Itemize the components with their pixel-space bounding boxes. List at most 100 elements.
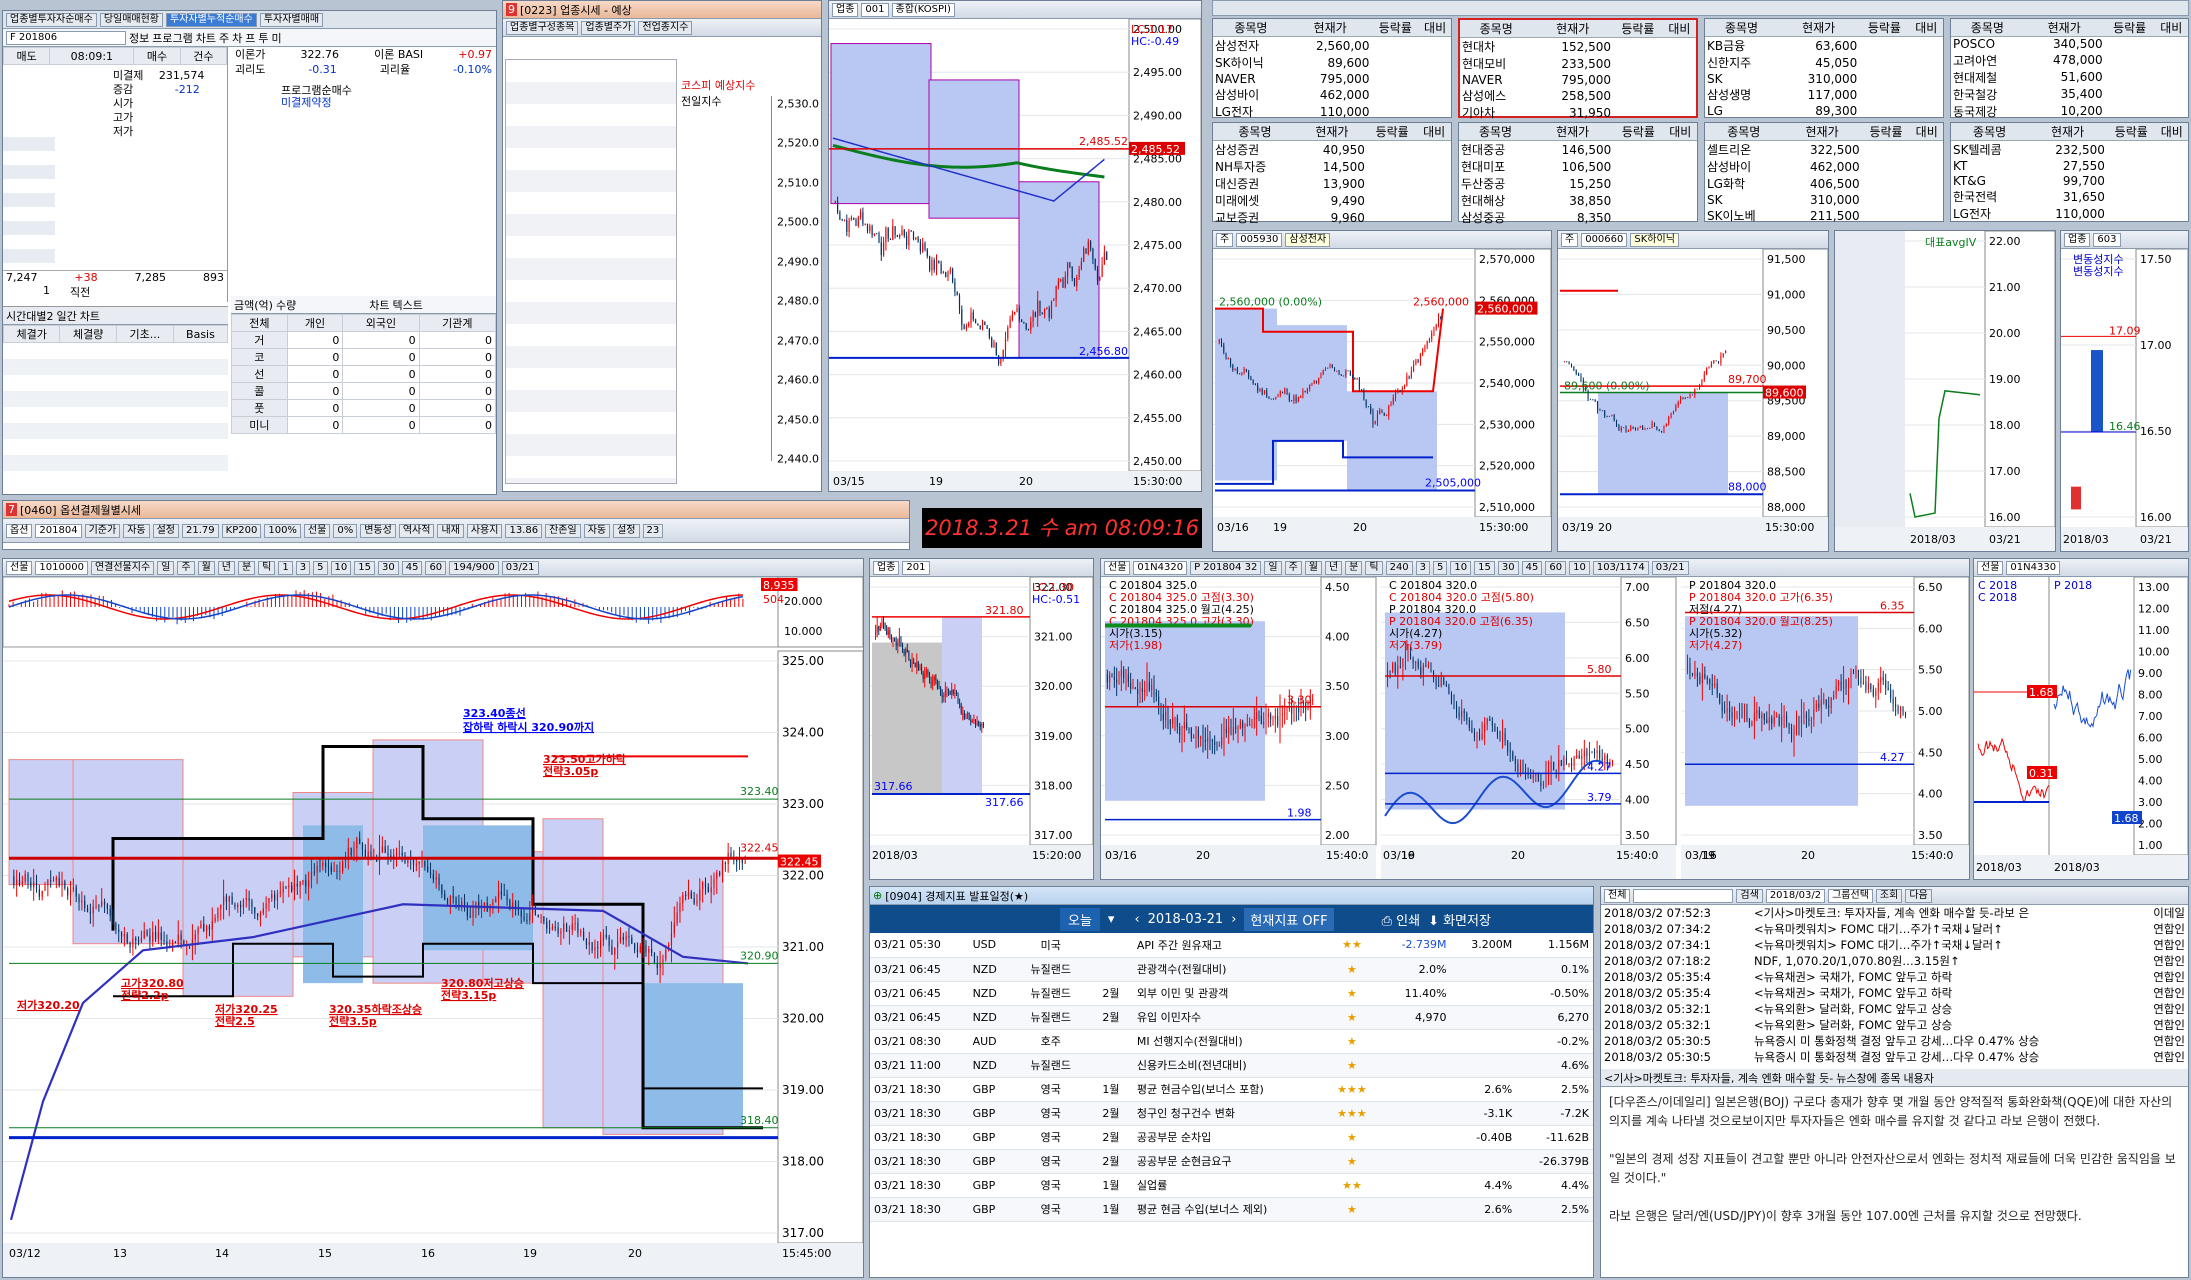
table-row[interactable]: SK이노베 211,500 (1705, 207, 1943, 224)
table-row[interactable]: NAVER 795,000 (1213, 71, 1451, 86)
futures-toolbar-item[interactable]: 5 (313, 560, 328, 575)
opt-pro[interactable]: 프 (245, 30, 255, 46)
samsung-chart[interactable]: 2,570,0002,560,0002,550,0002,540,0002,53… (1213, 249, 1551, 551)
kp200-chart[interactable]: 322.00321.00320.00319.00318.00317.00317.… (870, 577, 1093, 879)
search-button[interactable]: 검색 (1736, 888, 1763, 903)
opt-mi[interactable]: 미 (271, 30, 281, 46)
option-4320-toolbar-item[interactable]: 30 (1497, 560, 1519, 575)
option-sheet-toolbar-item[interactable]: 21.79 (182, 523, 219, 538)
table-row[interactable]: 동국제강 10,200 (1951, 103, 2188, 120)
option-4320-toolbar-item[interactable]: 103/1174 (1592, 560, 1649, 575)
table-row[interactable]: NH투자증 14,500 (1213, 158, 1451, 175)
futures-toolbar-item[interactable]: 일 (157, 560, 175, 575)
table-row[interactable]: 삼성생명 117,000 (1705, 86, 1943, 103)
table-row[interactable]: KT&G 99,700 (1951, 173, 2188, 188)
option-sheet-toolbar-item[interactable]: 사용지 (466, 523, 503, 538)
market-select[interactable]: 업종 (2064, 232, 2091, 247)
futures-code-input[interactable]: F 201806 (6, 30, 126, 45)
table-row[interactable]: 고려아연 478,000 (1951, 52, 2188, 69)
option-sheet-toolbar-item[interactable]: 자동 (583, 523, 611, 538)
table-row[interactable]: 03/21 08:30 AUD 호주 MI 선행지수(전월대비) ★ -0.2% (870, 1029, 1593, 1053)
radio-chart2[interactable]: 차트 (369, 297, 389, 313)
tab-daily-trade[interactable]: 당일매매현황 (99, 12, 164, 27)
futures-toolbar-item[interactable]: 년 (217, 560, 235, 575)
opt-tu[interactable]: 투 (258, 30, 268, 46)
option-sheet-toolbar-item[interactable]: 역사적 (398, 523, 435, 538)
table-row[interactable]: KT 27,550 (1951, 158, 2188, 173)
table-row[interactable]: 현대해상 38,850 (1459, 192, 1697, 209)
option-sheet-toolbar-item[interactable]: 23 (642, 523, 664, 538)
futures-toolbar-item[interactable]: 선물 (6, 560, 33, 575)
table-row[interactable]: 대신증권 13,900 (1213, 175, 1451, 192)
realtime-toggle[interactable]: 현재지표 OFF (1244, 907, 1334, 931)
list-item[interactable]: 2018/03/2 07:52:3 <기사>마켓토크: 투자자들, 계속 엔화 매… (1601, 905, 2188, 921)
futures-toolbar-item[interactable]: 1010000 (35, 560, 88, 575)
tab-daily[interactable]: 일간 (56, 308, 76, 324)
opt-news-stock[interactable]: 뉴스창에 종목 (1836, 1070, 1900, 1086)
table-row[interactable]: SK텔레콤 232,500 (1951, 141, 2188, 159)
option-4320-toolbar-item[interactable]: 월 (1304, 560, 1322, 575)
option-code-input[interactable]: 01N4330 (2006, 560, 2061, 575)
type-select[interactable]: 주 (1561, 232, 1579, 247)
today-select[interactable]: 오늘 (1060, 907, 1100, 931)
option-4320-toolbar-item[interactable]: 03/21 (1651, 560, 1689, 575)
table-row[interactable]: 03/21 06:45 NZD 뉴질랜드 관광객수(전월대비) ★ 2.0% 0.1% (870, 957, 1593, 981)
option-sheet-toolbar-item[interactable]: 변동성 (360, 523, 396, 538)
futures-toolbar-item[interactable]: 30 (377, 560, 399, 575)
prev-date-button[interactable]: ‹ (1134, 912, 1139, 927)
table-row[interactable]: 삼성바이 462,000 (1213, 86, 1451, 103)
radio-chart[interactable]: 차트 (196, 30, 216, 46)
table-row[interactable]: SK하이닉 89,600 (1213, 54, 1451, 71)
table-row[interactable]: SK 310,000 (1705, 192, 1943, 207)
table-row[interactable]: 삼성에스 258,500 (1460, 87, 1696, 104)
option-4320-toolbar-item[interactable]: 240 (1385, 560, 1413, 575)
tab-constituents[interactable]: 업종별구성종목 (506, 20, 579, 35)
futures-toolbar-item[interactable]: 10 (330, 560, 352, 575)
news-filter-select[interactable]: 전체 (1604, 888, 1631, 903)
futures-toolbar-item[interactable]: 1 (278, 560, 293, 575)
table-row[interactable]: 교보증권 9,960 (1213, 209, 1451, 226)
option-sheet-toolbar-item[interactable]: 13.86 (505, 523, 543, 538)
table-row[interactable]: LG화학 406,500 (1705, 175, 1943, 192)
table-row[interactable]: 삼성증권 40,950 (1213, 141, 1451, 159)
tab-investor-trade[interactable]: 투자자별매매 (259, 12, 324, 27)
option-4330-chart[interactable]: 13.0012.0011.0010.009.008.007.006.005.00… (1974, 577, 2188, 879)
option-4320-toolbar-item[interactable]: 45 (1521, 560, 1543, 575)
futures-toolbar-item[interactable]: 45 (401, 560, 423, 575)
index-code-input[interactable]: 201 (902, 560, 930, 575)
table-row[interactable]: 신한지주 45,050 (1705, 54, 1943, 71)
option-4320-toolbar-item[interactable]: 3 (1415, 560, 1431, 575)
table-row[interactable]: 현대제철 51,600 (1951, 69, 2188, 86)
table-row[interactable]: 한국철강 35,400 (1951, 86, 2188, 103)
table-row[interactable]: 현대모비 233,500 (1460, 55, 1696, 72)
table-row[interactable]: 셀트리온 322,500 (1705, 141, 1943, 159)
futures-toolbar-item[interactable]: 194/900 (449, 560, 499, 575)
futures-toolbar-item[interactable]: 60 (425, 560, 447, 575)
option-sheet-toolbar-item[interactable]: 설정 (152, 523, 180, 538)
option-4320-toolbar-item[interactable]: P 201804 32 (1190, 560, 1262, 575)
save-screen-button[interactable]: ⬇ 화면저장 (1428, 910, 1491, 929)
chevron-down-icon[interactable]: ▾ (1108, 912, 1115, 927)
table-row[interactable]: 삼성전자 2,560,00 (1213, 37, 1451, 55)
option-4320-chart[interactable]: 4.504.003.503.002.502.00C 201804 325.0C … (1101, 577, 1969, 879)
list-item[interactable]: 2018/03/2 05:32:1 <뉴욕외환> 달러화, FOMC 앞두고 상승… (1601, 1001, 2188, 1017)
option-4320-toolbar-item[interactable]: 년 (1324, 560, 1343, 575)
table-row[interactable]: 현대차 152,500 (1460, 38, 1696, 56)
option-4320-toolbar-item[interactable]: 분 (1345, 560, 1363, 575)
futures-toolbar-item[interactable]: 연결선물지수 (90, 560, 155, 575)
option-sheet-toolbar-item[interactable]: 내재 (437, 523, 464, 538)
search-input[interactable] (1633, 888, 1734, 903)
market-select[interactable]: 업종 (873, 560, 900, 575)
tab-chart[interactable]: 차트 (80, 308, 100, 324)
next-date-button[interactable]: › (1231, 912, 1236, 927)
print-button[interactable]: ⎙ 인쇄 (1382, 910, 1420, 929)
table-row[interactable]: 03/21 06:45 NZD 뉴질랜드 2월 유입 이민자수 ★ 4,970 6,270 (870, 1005, 1593, 1029)
query-button[interactable]: 조회 (1875, 888, 1903, 903)
list-item[interactable]: 2018/03/2 05:35:4 <뉴욕채권> 국채가, FOMC 앞두고 하락… (1601, 969, 2188, 985)
option-4320-toolbar-item[interactable]: 일 (1264, 560, 1282, 575)
kospi-chart[interactable]: 2,500.002,495.002,490.002,485.002,480.00… (829, 19, 1201, 491)
list-item[interactable]: 2018/03/2 05:32:1 <뉴욕외환> 달러화, FOMC 앞두고 상승… (1601, 1017, 2188, 1033)
table-row[interactable]: 현대중공 146,500 (1459, 141, 1697, 159)
table-row[interactable]: 03/21 18:30 GBP 영국 1월 평균 현금수입(보너스 포함) ★★★ 2.6%… (870, 1077, 1593, 1101)
option-4320-toolbar-item[interactable]: 01N4320 (1133, 560, 1188, 575)
